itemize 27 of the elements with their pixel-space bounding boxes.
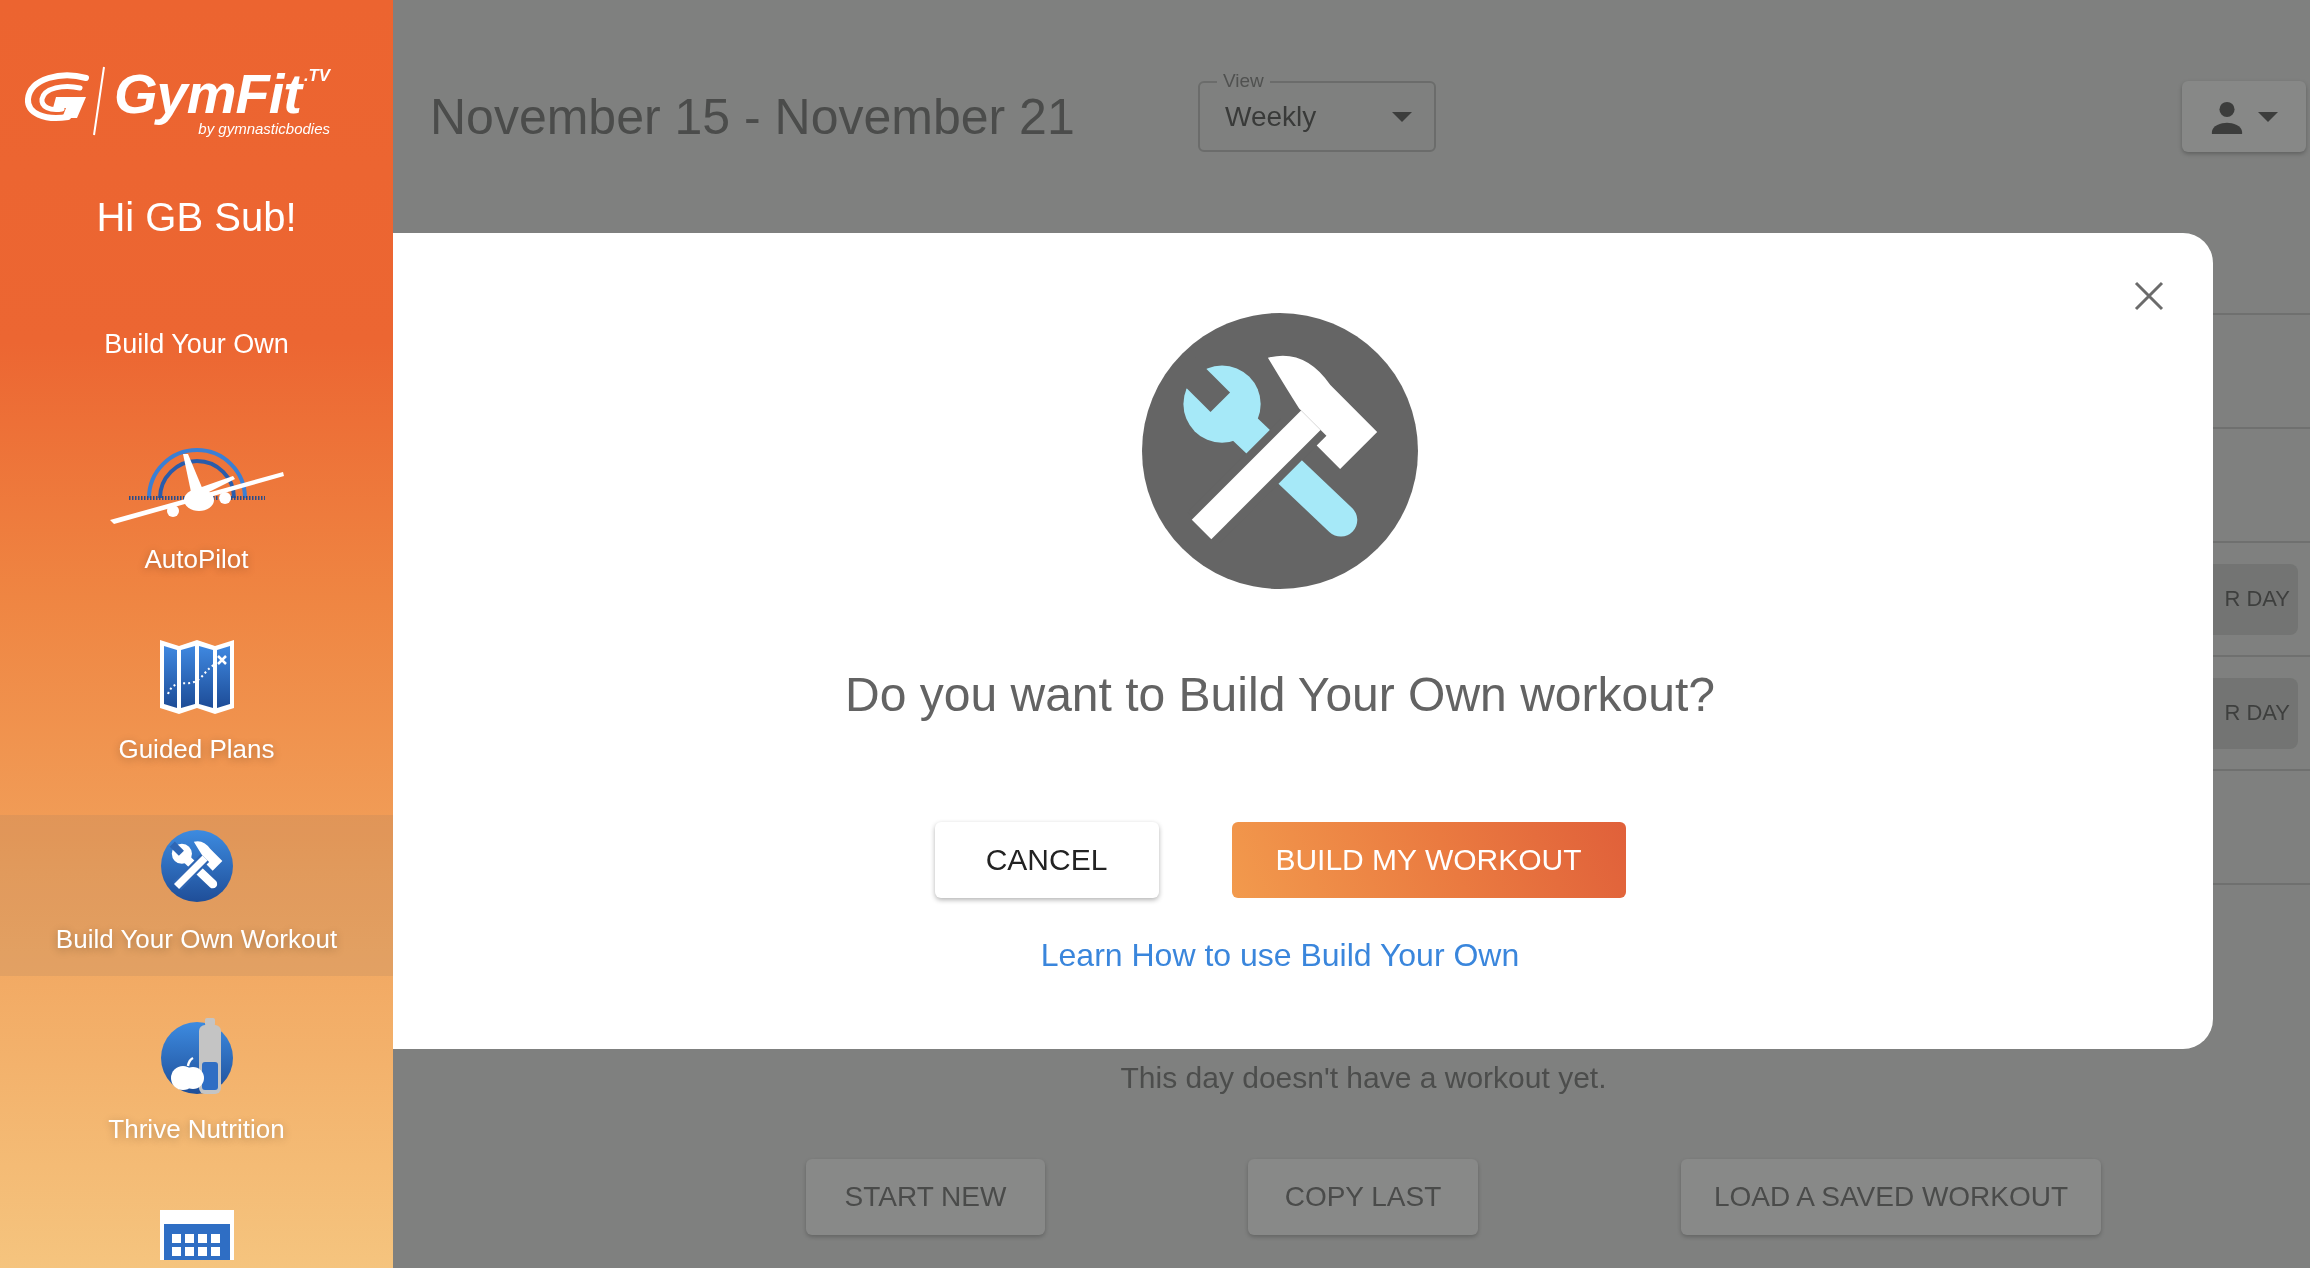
person-icon	[2210, 99, 2244, 134]
logo-tagline: by gymnasticbodies	[198, 120, 331, 137]
nav-item[interactable]: AutoPilot	[0, 435, 393, 596]
nav-item[interactable]: Thrive Nutrition	[0, 1005, 393, 1166]
close-icon	[2133, 280, 2165, 312]
action-button[interactable]: START NEW	[806, 1159, 1045, 1235]
logo-swoosh-icon	[22, 66, 106, 136]
nav-item[interactable]: Guided Plans	[0, 625, 393, 786]
apple-bottle-icon	[160, 1018, 233, 1094]
help-link[interactable]: Learn How to use Build Your Own	[1040, 937, 1520, 973]
account-button[interactable]	[2182, 81, 2306, 152]
caret-icon	[2258, 111, 2278, 122]
cancel-button[interactable]: CANCEL	[934, 822, 1159, 898]
action-button[interactable]: COPY LAST	[1248, 1159, 1478, 1235]
dialog-question: Do you want to Build Your Own workout?	[845, 667, 1715, 723]
section-title: Build Your Own	[104, 328, 289, 360]
close-button[interactable]	[2133, 280, 2165, 312]
folded-map-icon	[159, 638, 234, 714]
caret-icon	[1392, 111, 1412, 122]
airplane-gauge-icon	[108, 448, 285, 524]
calendar-icon	[159, 1208, 234, 1260]
action-button[interactable]: LOAD A SAVED WORKOUT	[1681, 1159, 2101, 1235]
tools-icon	[160, 830, 233, 902]
tools-icon	[1142, 313, 1418, 589]
confirm-button[interactable]: BUILD MY WORKOUT	[1231, 822, 1626, 898]
nav-item[interactable]: Build Your Own Workout	[0, 815, 393, 976]
greeting: Hi GB Sub!	[96, 194, 297, 241]
